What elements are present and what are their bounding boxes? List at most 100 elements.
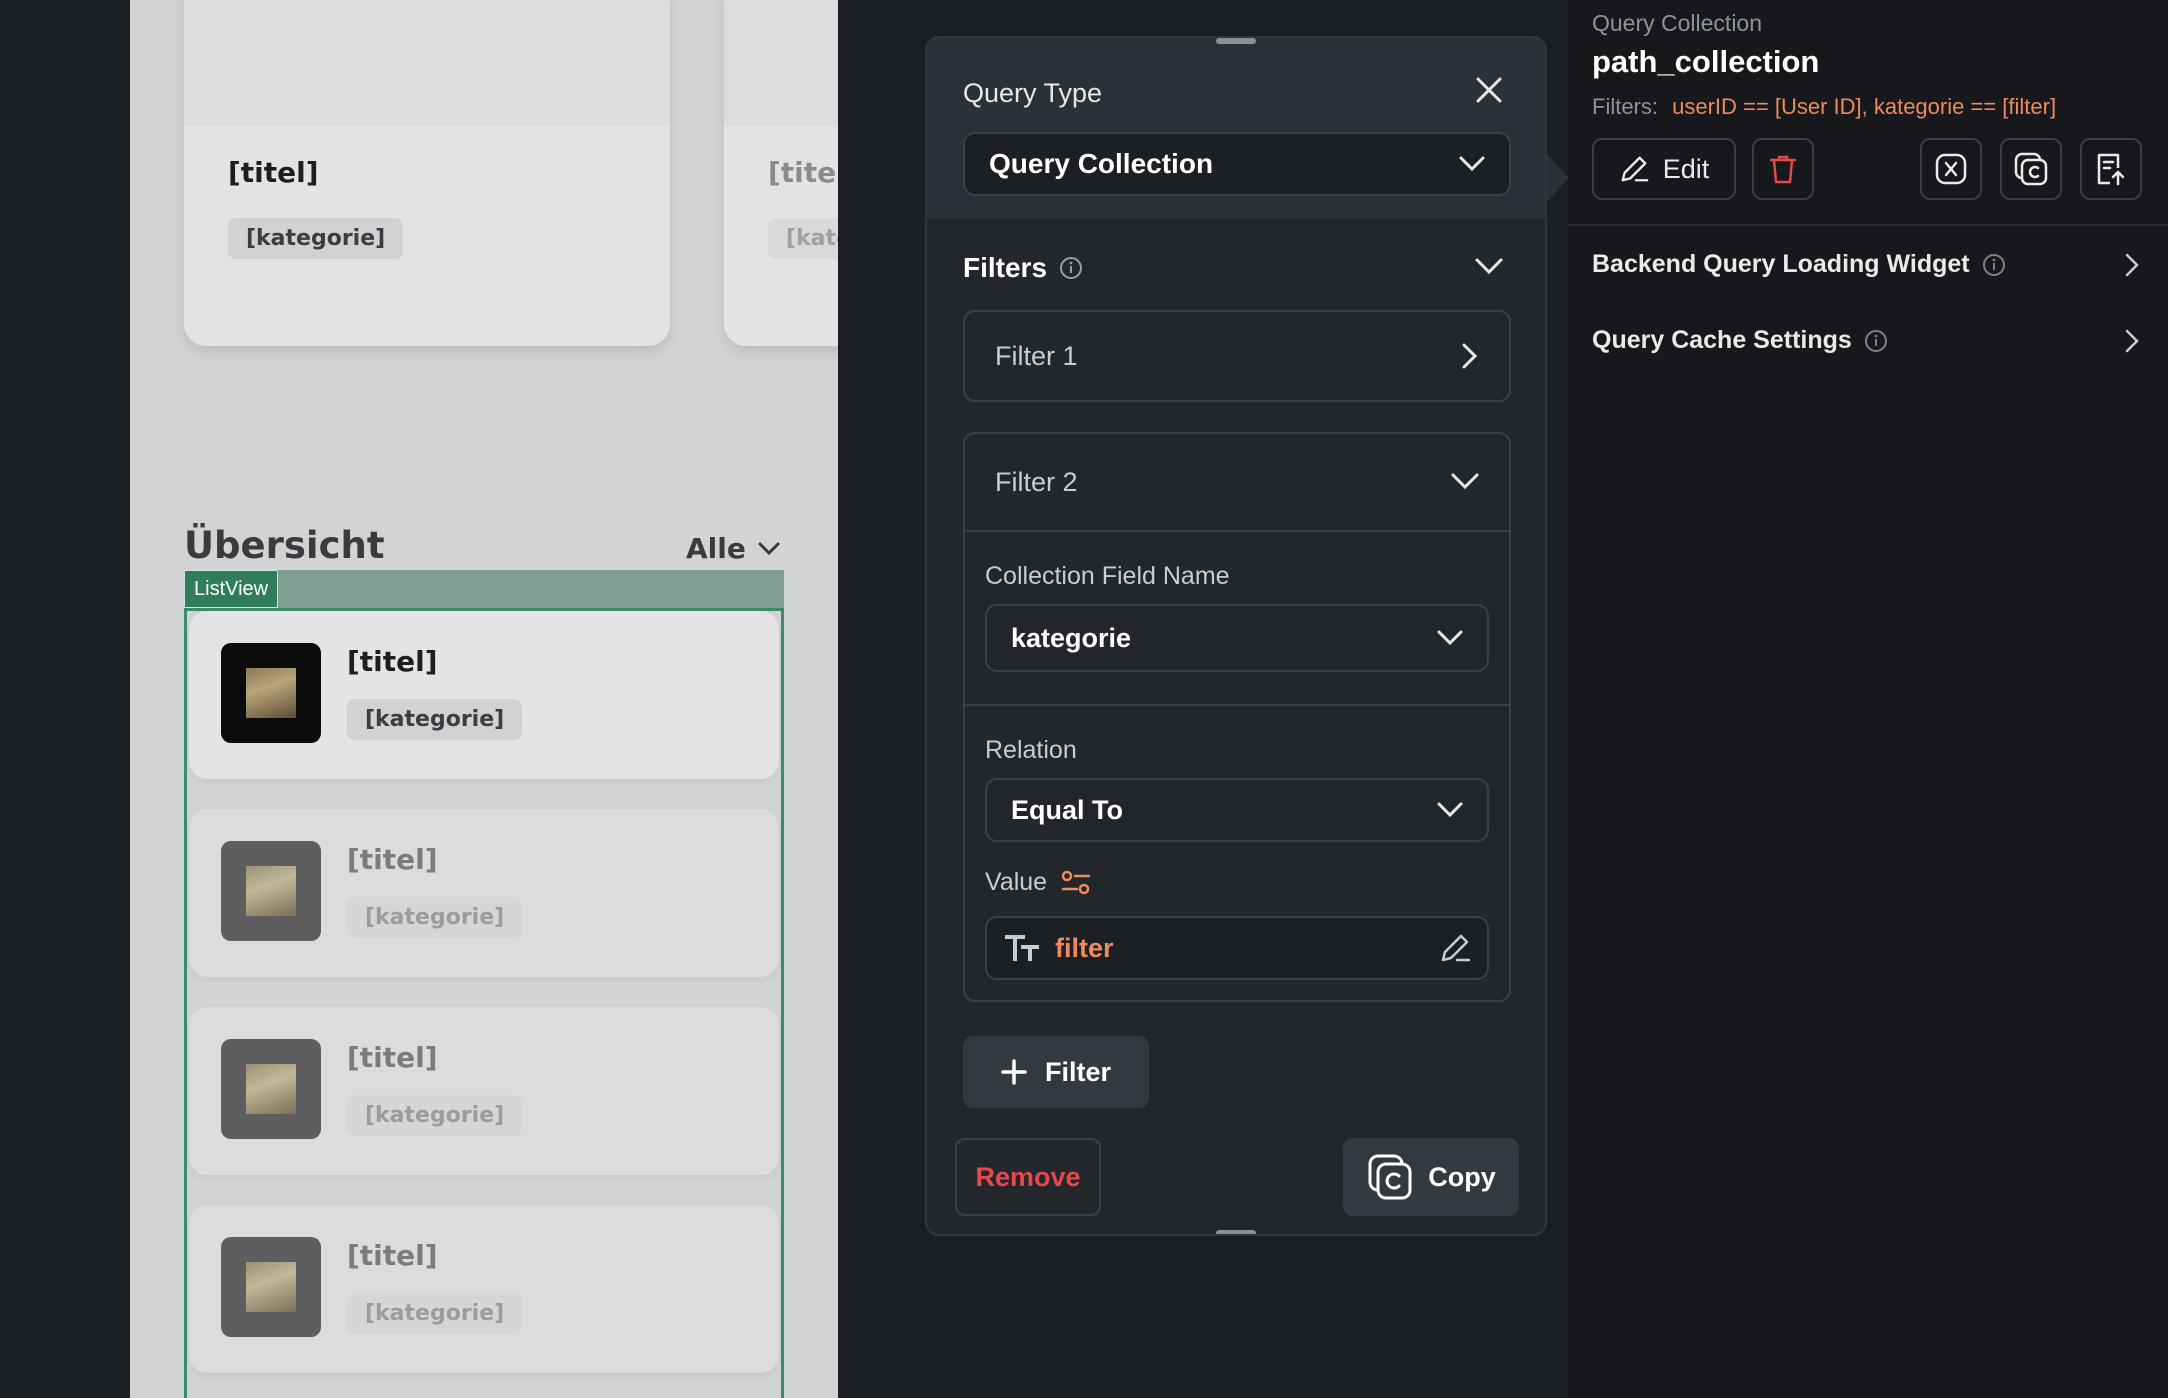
section-title: Übersicht: [184, 524, 385, 567]
collection-field-label: Collection Field Name: [985, 562, 1230, 590]
remove-label: Remove: [975, 1161, 1081, 1192]
relation-dropdown[interactable]: Equal To: [985, 778, 1489, 842]
relation-value: Equal To: [1011, 794, 1123, 825]
collection-field-dropdown[interactable]: kategorie: [985, 604, 1489, 672]
collection-field-value: kategorie: [1011, 622, 1132, 653]
add-filter-label: Filter: [1044, 1056, 1111, 1087]
info-icon[interactable]: [1864, 329, 1888, 353]
value-label: Value: [985, 868, 1048, 896]
list-item-category: [kategorie]: [347, 897, 523, 938]
edit-button[interactable]: Edit: [1592, 138, 1736, 200]
divider: [965, 530, 1509, 532]
chevron-down-icon: [1451, 473, 1479, 491]
chevron-down-icon: [758, 542, 780, 556]
query-type-label: Query Type: [963, 78, 1103, 108]
list-item-category: [kategorie]: [347, 1293, 523, 1334]
value-text: filter: [1055, 932, 1114, 963]
filters-summary: Filters: userID == [User ID], kategorie …: [1592, 94, 2056, 120]
chevron-right-icon: [1461, 342, 1479, 370]
filters-summary-value: userID == [User ID], kategorie == [filte…: [1672, 94, 2057, 119]
list-item-category: [kategorie]: [347, 1095, 523, 1136]
copy-icon: [2014, 152, 2048, 186]
row-label: Backend Query Loading Widget: [1592, 250, 1970, 278]
chevron-down-icon: [1437, 630, 1463, 646]
divider: [965, 704, 1509, 706]
filter-1-label: Filter 1: [995, 340, 1078, 371]
variable-settings-icon[interactable]: [1061, 870, 1091, 896]
section-filter-label: Alle: [686, 532, 746, 565]
listview[interactable]: [titel] [kategorie] [titel] [kategorie] …: [184, 608, 784, 1398]
list-item-title: [titel]: [347, 843, 438, 876]
plus-icon: [1001, 1059, 1027, 1085]
collection-name: path_collection: [1592, 44, 1820, 79]
card-category-chip: [kate: [768, 218, 838, 259]
list-item-title: [titel]: [347, 1239, 438, 1272]
filter-1-row[interactable]: Filter 1: [963, 310, 1511, 402]
backend-query-loading-widget-row[interactable]: Backend Query Loading Widget: [1592, 250, 2140, 279]
add-filter-button[interactable]: Filter: [963, 1036, 1149, 1108]
copy-button[interactable]: Copy: [1343, 1138, 1519, 1216]
filters-header: Filters: [963, 252, 1083, 284]
panel-resize-handle-bottom[interactable]: [1216, 1230, 1256, 1234]
query-panel: Query Type Query Collection Filters Filt…: [925, 36, 1547, 1236]
properties-panel: Query Collection path_collection Filters…: [1568, 0, 2168, 1398]
list-item-title: [titel]: [347, 645, 438, 678]
query-type-dropdown[interactable]: Query Collection: [963, 132, 1511, 196]
text-type-icon: [1003, 933, 1041, 963]
divider: [1568, 224, 2168, 226]
top-card[interactable]: [titel] [kategorie]: [184, 0, 670, 346]
copy-icon: [1366, 1154, 1412, 1200]
list-item[interactable]: [titel] [kategorie]: [189, 809, 779, 977]
panel-resize-handle-top[interactable]: [1216, 38, 1256, 44]
chevron-right-icon: [2124, 252, 2140, 278]
filter-2-header[interactable]: Filter 2: [965, 434, 1509, 530]
query-cache-settings-row[interactable]: Query Cache Settings: [1592, 326, 2140, 355]
relation-label: Relation: [985, 736, 1077, 764]
list-item[interactable]: [titel] [kategorie]: [189, 1205, 779, 1373]
trash-icon: [1769, 154, 1797, 184]
list-item-category: [kategorie]: [347, 699, 523, 740]
export-button[interactable]: [2080, 138, 2142, 200]
list-item-image: [221, 1237, 321, 1337]
listview-tag-bar: ListView: [184, 570, 784, 608]
filter-2-box: Filter 2 Collection Field Name kategorie…: [963, 432, 1511, 1002]
clear-x-icon: [1934, 152, 1968, 186]
phone-preview[interactable]: [titel] [kategorie] [titel [kate Übersic…: [130, 0, 838, 1398]
remove-button[interactable]: Remove: [955, 1138, 1101, 1216]
top-card[interactable]: [titel [kate: [724, 0, 838, 346]
close-icon[interactable]: [1475, 76, 1503, 104]
pencil-icon: [1619, 154, 1649, 184]
delete-button[interactable]: [1752, 138, 1814, 200]
document-export-icon: [2096, 152, 2126, 186]
card-title: [titel]: [228, 156, 319, 189]
list-item-title: [titel]: [347, 1041, 438, 1074]
edit-label: Edit: [1662, 153, 1710, 184]
info-icon[interactable]: [1982, 253, 2006, 277]
row-label: Query Cache Settings: [1592, 326, 1852, 354]
chevron-down-icon: [1459, 156, 1485, 172]
list-item[interactable]: [titel] [kategorie]: [189, 1007, 779, 1175]
filters-summary-prefix: Filters:: [1592, 94, 1658, 119]
value-field[interactable]: filter: [985, 916, 1489, 980]
value-header: Value: [985, 868, 1091, 897]
query-kind-label: Query Collection: [1592, 10, 1763, 36]
filters-collapse-chevron-icon[interactable]: [1475, 258, 1503, 276]
card-category-chip: [kategorie]: [228, 218, 404, 259]
list-item-image: [221, 841, 321, 941]
filter-2-label: Filter 2: [995, 466, 1078, 497]
clear-button[interactable]: [1920, 138, 1982, 200]
copy-label: Copy: [1428, 1161, 1496, 1192]
filters-label: Filters: [963, 252, 1048, 283]
section-filter-dropdown[interactable]: Alle: [686, 532, 780, 565]
copy-query-button[interactable]: [2000, 138, 2062, 200]
info-icon[interactable]: [1059, 256, 1083, 280]
list-item-image: [221, 643, 321, 743]
card-image: [724, 0, 838, 126]
chevron-right-icon: [2124, 328, 2140, 354]
list-item[interactable]: [titel] [kategorie]: [189, 611, 779, 779]
pencil-icon[interactable]: [1439, 932, 1471, 964]
card-title: [titel: [768, 156, 838, 189]
card-image: [184, 0, 670, 126]
listview-tag[interactable]: ListView: [184, 570, 279, 608]
query-type-value: Query Collection: [989, 148, 1214, 179]
